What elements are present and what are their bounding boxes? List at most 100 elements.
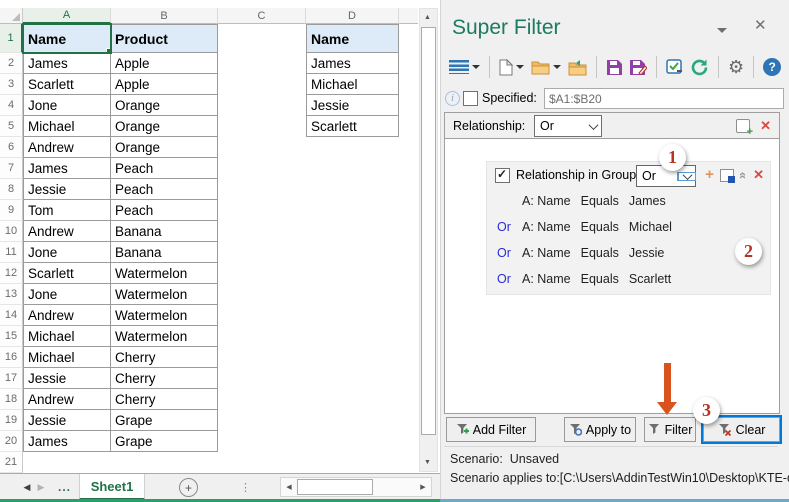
scroll-left-icon[interactable]: ◀: [281, 478, 297, 496]
cell-a16[interactable]: Michael: [23, 347, 111, 368]
specified-checkbox[interactable]: [463, 91, 478, 106]
scroll-up-icon[interactable]: ▲: [420, 9, 435, 26]
cell-a2[interactable]: James: [23, 53, 111, 74]
cell-b3[interactable]: Apple: [111, 74, 218, 95]
cell-b20[interactable]: Grape: [111, 431, 218, 452]
row-header-12[interactable]: 12: [0, 263, 23, 284]
cell-d16[interactable]: [306, 347, 399, 368]
cell-b2[interactable]: Apple: [111, 53, 218, 74]
new-scenario-button[interactable]: [499, 59, 524, 76]
row-header-13[interactable]: 13: [0, 284, 23, 305]
cell-a17[interactable]: Jessie: [23, 368, 111, 389]
scroll-down-icon[interactable]: ▼: [420, 454, 435, 471]
cell-d9[interactable]: [306, 200, 399, 221]
cell-b12[interactable]: Watermelon: [111, 263, 218, 284]
column-header-a[interactable]: A: [23, 8, 111, 24]
settings-button[interactable]: ⚙: [728, 58, 744, 76]
manage-scenario-button[interactable]: [666, 59, 683, 75]
cell-b19[interactable]: Grape: [111, 410, 218, 431]
cell-c14[interactable]: [218, 305, 306, 326]
cell-c15[interactable]: [218, 326, 306, 347]
cell-d18[interactable]: [306, 389, 399, 410]
cell-d1[interactable]: Name: [306, 24, 399, 53]
row-header-15[interactable]: 15: [0, 326, 23, 347]
cell-d15[interactable]: [306, 326, 399, 347]
row-header-3[interactable]: 3: [0, 74, 23, 95]
cell-c7[interactable]: [218, 158, 306, 179]
tab-sheet1[interactable]: Sheet1: [79, 474, 145, 500]
cell-c20[interactable]: [218, 431, 306, 452]
cell-c2[interactable]: [218, 53, 306, 74]
cell-c5[interactable]: [218, 116, 306, 137]
cell-empty[interactable]: [218, 452, 306, 473]
row-header-18[interactable]: 18: [0, 389, 23, 410]
apply-to-button[interactable]: Apply to: [564, 417, 636, 442]
cell-c19[interactable]: [218, 410, 306, 431]
add-condition-icon[interactable]: +: [705, 168, 714, 182]
row-header-20[interactable]: 20: [0, 431, 23, 452]
cell-b17[interactable]: Cherry: [111, 368, 218, 389]
delete-group-icon[interactable]: ✕: [753, 167, 764, 183]
cell-d14[interactable]: [306, 305, 399, 326]
pane-collapse-icon[interactable]: [717, 28, 727, 33]
cell-b10[interactable]: Banana: [111, 221, 218, 242]
row-header-11[interactable]: 11: [0, 242, 23, 263]
row-header-9[interactable]: 9: [0, 200, 23, 221]
row-header-21[interactable]: 21: [0, 452, 23, 473]
cell-d20[interactable]: [306, 431, 399, 452]
cell-a9[interactable]: Tom: [23, 200, 111, 221]
cell-c6[interactable]: [218, 137, 306, 158]
cell-d5[interactable]: Scarlett: [306, 116, 399, 137]
row-header-10[interactable]: 10: [0, 221, 23, 242]
cell-b18[interactable]: Cherry: [111, 389, 218, 410]
cell-a6[interactable]: Andrew: [23, 137, 111, 158]
cell-b1[interactable]: Product: [111, 24, 218, 53]
collapse-group-icon[interactable]: «: [736, 171, 751, 178]
next-sheet-icon[interactable]: ▶: [34, 474, 48, 500]
cell-a10[interactable]: Andrew: [23, 221, 111, 242]
cell-b16[interactable]: Cherry: [111, 347, 218, 368]
cell-b7[interactable]: Peach: [111, 158, 218, 179]
cell-b11[interactable]: Banana: [111, 242, 218, 263]
cell-b14[interactable]: Watermelon: [111, 305, 218, 326]
open-scenario-button[interactable]: [531, 60, 561, 75]
group-checkbox[interactable]: [495, 168, 510, 183]
cell-b15[interactable]: Watermelon: [111, 326, 218, 347]
scroll-right-icon[interactable]: ▶: [415, 478, 431, 496]
cell-c3[interactable]: [218, 74, 306, 95]
cell-a7[interactable]: James: [23, 158, 111, 179]
add-subgroup-icon[interactable]: [720, 169, 734, 182]
row-header-4[interactable]: 4: [0, 95, 23, 116]
column-header-b[interactable]: B: [111, 8, 218, 24]
horizontal-scrollbar[interactable]: ◀ ▶: [280, 477, 432, 497]
cell-c10[interactable]: [218, 221, 306, 242]
cell-c12[interactable]: [218, 263, 306, 284]
cell-a11[interactable]: Jone: [23, 242, 111, 263]
cell-a19[interactable]: Jessie: [23, 410, 111, 431]
row-header-16[interactable]: 16: [0, 347, 23, 368]
cell-d3[interactable]: Michael: [306, 74, 399, 95]
cell-b13[interactable]: Watermelon: [111, 284, 218, 305]
cell-c17[interactable]: [218, 368, 306, 389]
add-sheet-button[interactable]: +: [179, 478, 198, 497]
cell-a3[interactable]: Scarlett: [23, 74, 111, 95]
save-scenario-as-button[interactable]: [629, 59, 647, 75]
cell-b9[interactable]: Peach: [111, 200, 218, 221]
cell-c4[interactable]: [218, 95, 306, 116]
refresh-button[interactable]: [690, 58, 709, 77]
filter-condition-row[interactable]: A: NameEqualsJames: [487, 188, 770, 214]
horizontal-scrollbar-thumb[interactable]: [297, 479, 373, 495]
pane-close-icon[interactable]: ✕: [754, 16, 767, 34]
cell-b4[interactable]: Orange: [111, 95, 218, 116]
vertical-scrollbar[interactable]: ▲ ▼: [419, 8, 438, 472]
cell-b6[interactable]: Orange: [111, 137, 218, 158]
cell-d12[interactable]: [306, 263, 399, 284]
cell-c18[interactable]: [218, 389, 306, 410]
cell-a12[interactable]: Scarlett: [23, 263, 111, 284]
cell-d17[interactable]: [306, 368, 399, 389]
filter-condition-row[interactable]: OrA: NameEqualsMichael: [487, 214, 770, 240]
row-header-1[interactable]: 1: [0, 24, 23, 53]
cell-b5[interactable]: Orange: [111, 116, 218, 137]
cell-d19[interactable]: [306, 410, 399, 431]
cell-d2[interactable]: James: [306, 53, 399, 74]
